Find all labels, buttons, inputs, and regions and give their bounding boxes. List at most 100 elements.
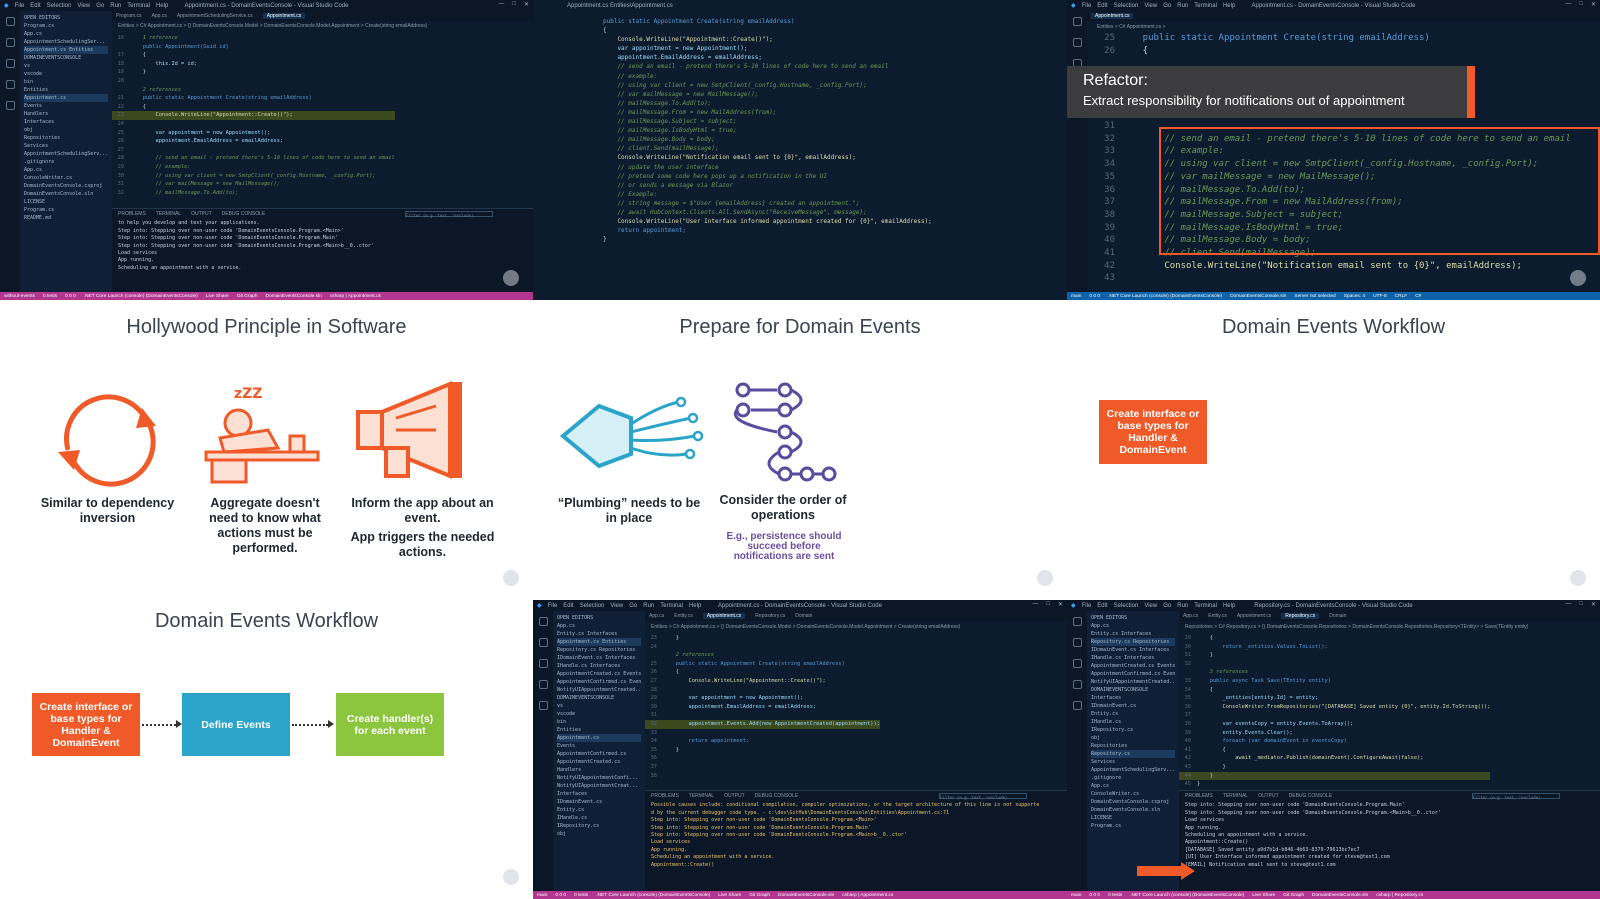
explorer-item[interactable]: OPEN EDITORS	[557, 614, 641, 622]
explorer-item[interactable]: Entity.cs	[557, 806, 641, 814]
explorer-item[interactable]: Program.cs	[24, 206, 108, 214]
menu-item[interactable]: Run	[1177, 3, 1188, 9]
menu-item[interactable]: File	[1082, 603, 1092, 609]
editor-tabs[interactable]: App.cs Entity.cs Appointment.cs Repository.…	[1179, 611, 1600, 621]
menu-item[interactable]: View	[1144, 603, 1157, 609]
status-item[interactable]: Live Share	[206, 294, 229, 299]
panel-tab[interactable]: DEBUG CONSOLE	[755, 793, 799, 800]
explorer-item[interactable]: AppointmentCreated.cs Events	[1091, 662, 1175, 670]
player-control-icon[interactable]	[1570, 270, 1586, 286]
status-item[interactable]: Live Share	[718, 893, 741, 898]
explorer-item[interactable]: Entity.cs Interfaces	[1091, 630, 1175, 638]
explorer-item[interactable]: OPEN EDITORS	[24, 14, 108, 22]
explorer-item[interactable]: AppointmentConfirmed.cs Events	[1091, 670, 1175, 678]
explorer-item[interactable]: Repository.cs Repositories	[557, 646, 641, 654]
explorer-item[interactable]: obj	[557, 830, 641, 838]
panel-tab[interactable]: OUTPUT	[191, 211, 212, 218]
status-item[interactable]: DomainEventsConsole.sln	[1312, 893, 1368, 898]
menu-item[interactable]: Selection	[1114, 603, 1139, 609]
status-item[interactable]: DomainEventsConsole.sln	[266, 294, 322, 299]
status-item[interactable]: DomainEventsConsole.sln	[1230, 294, 1286, 299]
explorer-item[interactable]: Handlers	[557, 766, 641, 774]
explorer-item[interactable]: vs	[557, 702, 641, 710]
explorer-item[interactable]: bin	[557, 718, 641, 726]
player-control-icon[interactable]	[503, 270, 519, 286]
explorer-item[interactable]: AppointmentCreated.cs Events	[557, 670, 641, 678]
editor-tabs[interactable]: App.cs Entity.cs Appointment.cs Repository.…	[645, 611, 1067, 621]
menu-item[interactable]: Run	[1177, 603, 1188, 609]
explorer-item[interactable]: Interfaces	[24, 118, 108, 126]
status-item[interactable]: .NET Core Launch (console) (DomainEvents…	[1130, 893, 1244, 898]
menu-bar[interactable]: File Edit Selection View Go Run Terminal Help	[1082, 603, 1236, 609]
explorer-sidebar[interactable]: OPEN EDITORS App.cs Entity.cs Interfaces Ap…	[553, 611, 645, 891]
editor-tab[interactable]: Domain	[795, 613, 812, 619]
panel-tab[interactable]: OUTPUT	[724, 793, 745, 800]
status-item[interactable]: 0 tests	[43, 294, 57, 299]
explorer-item[interactable]: Handlers	[24, 110, 108, 118]
status-item[interactable]: .NET Core Launch (console) (DomainEvents…	[84, 294, 198, 299]
menu-item[interactable]: Go	[96, 3, 104, 9]
menu-item[interactable]: Edit	[1097, 3, 1107, 9]
explorer-item[interactable]: Appointment.cs Entities	[557, 638, 641, 646]
panel-tab[interactable]: PROBLEMS	[651, 793, 679, 800]
menu-item[interactable]: Edit	[563, 603, 573, 609]
window-controls[interactable]: — □ ✕	[1565, 601, 1596, 608]
filter-input[interactable]: Filter (e.g. text, !exclude)	[1472, 793, 1560, 800]
status-item[interactable]: CRLF	[1395, 294, 1408, 299]
explorer-item[interactable]: OPEN EDITORS	[1091, 614, 1175, 622]
code-editor[interactable]: 29 {30 return _entities.Values.ToList();…	[1179, 634, 1491, 789]
activity-bar[interactable]	[533, 611, 553, 891]
explorer-item[interactable]: ConsoleWriter.cs	[24, 174, 108, 182]
editor-tab[interactable]: Repository.cs	[755, 613, 785, 619]
menu-bar[interactable]: File Edit Selection View Go Run Terminal Help	[15, 3, 169, 9]
explorer-item[interactable]: IRepository.cs	[1091, 726, 1175, 734]
player-control-icon[interactable]	[503, 570, 519, 586]
activity-bar[interactable]	[0, 11, 20, 292]
menu-item[interactable]: Go	[1163, 3, 1171, 9]
editor-tabs[interactable]: Program.cs App.cs AppointmentSchedulingSer…	[112, 11, 533, 21]
explorer-item[interactable]: NotifyUIAppointmentCreated...	[1091, 678, 1175, 686]
explorer-item[interactable]: App.cs	[1091, 782, 1175, 790]
status-item[interactable]: csharp | Appointment.cs	[330, 294, 381, 299]
explorer-item[interactable]: DomainEventsConsole.sln	[24, 190, 108, 198]
activity-bar[interactable]	[1067, 11, 1087, 292]
menu-item[interactable]: Help	[1223, 3, 1235, 9]
status-item[interactable]: Server not selected	[1294, 294, 1335, 299]
explorer-item[interactable]: DomainEventsConsole.csproj	[24, 182, 108, 190]
explorer-item[interactable]: bin	[24, 78, 108, 86]
menu-item[interactable]: Run	[643, 603, 654, 609]
panel-tab[interactable]: OUTPUT	[1258, 793, 1279, 800]
activity-bar[interactable]	[1067, 611, 1087, 891]
editor-tab[interactable]: Appointment.cs	[702, 613, 746, 619]
status-item[interactable]: 0 tests	[574, 893, 588, 898]
explorer-item[interactable]: DOMAINEVENTSCONSOLE	[24, 54, 108, 62]
explorer-item[interactable]: Program.cs	[24, 22, 108, 30]
explorer-item[interactable]: Entity.cs	[1091, 710, 1175, 718]
explorer-item[interactable]: Repository.cs	[1091, 750, 1175, 758]
explorer-item[interactable]: DomainEventsConsole.csproj	[1091, 798, 1175, 806]
status-item[interactable]: main	[1071, 294, 1081, 299]
explorer-item[interactable]: IDomainEvent.cs	[557, 798, 641, 806]
panel-tab[interactable]: DEBUG CONSOLE	[1289, 793, 1333, 800]
status-item[interactable]: .NET Core Launch (console) (DomainEvents…	[596, 893, 710, 898]
status-item[interactable]: Spaces: 4	[1344, 294, 1365, 299]
explorer-item[interactable]: Entities	[557, 726, 641, 734]
explorer-item[interactable]: Repositories	[24, 134, 108, 142]
status-bar[interactable]: main 0 0 0 .NET Core Launch (console) (Dom…	[1067, 292, 1600, 300]
explorer-item[interactable]: vscode	[557, 710, 641, 718]
menu-item[interactable]: Help	[156, 3, 168, 9]
explorer-item[interactable]: AppointmentSchedulingServ...	[24, 150, 108, 158]
status-item[interactable]: 0 0 0	[65, 294, 76, 299]
menu-item[interactable]: Terminal	[1194, 3, 1217, 9]
panel-tab[interactable]: TERMINAL	[156, 211, 181, 218]
menu-item[interactable]: Edit	[30, 3, 40, 9]
menu-item[interactable]: Terminal	[1194, 603, 1217, 609]
panel-tab[interactable]: TERMINAL	[689, 793, 714, 800]
editor-tab[interactable]: Appointment.cs	[262, 13, 306, 19]
explorer-item[interactable]: .gitignore	[1091, 774, 1175, 782]
menu-item[interactable]: File	[15, 3, 25, 9]
menu-bar[interactable]: File Edit Selection View Go Run Terminal Help	[1082, 3, 1236, 9]
editor-tab[interactable]: Repository.cs	[1281, 613, 1320, 619]
explorer-item[interactable]: IDomainEvent.cs	[1091, 702, 1175, 710]
bottom-panel[interactable]: PROBLEMS TERMINAL OUTPUT DEBUG CONSOLE Filt…	[1179, 790, 1600, 891]
